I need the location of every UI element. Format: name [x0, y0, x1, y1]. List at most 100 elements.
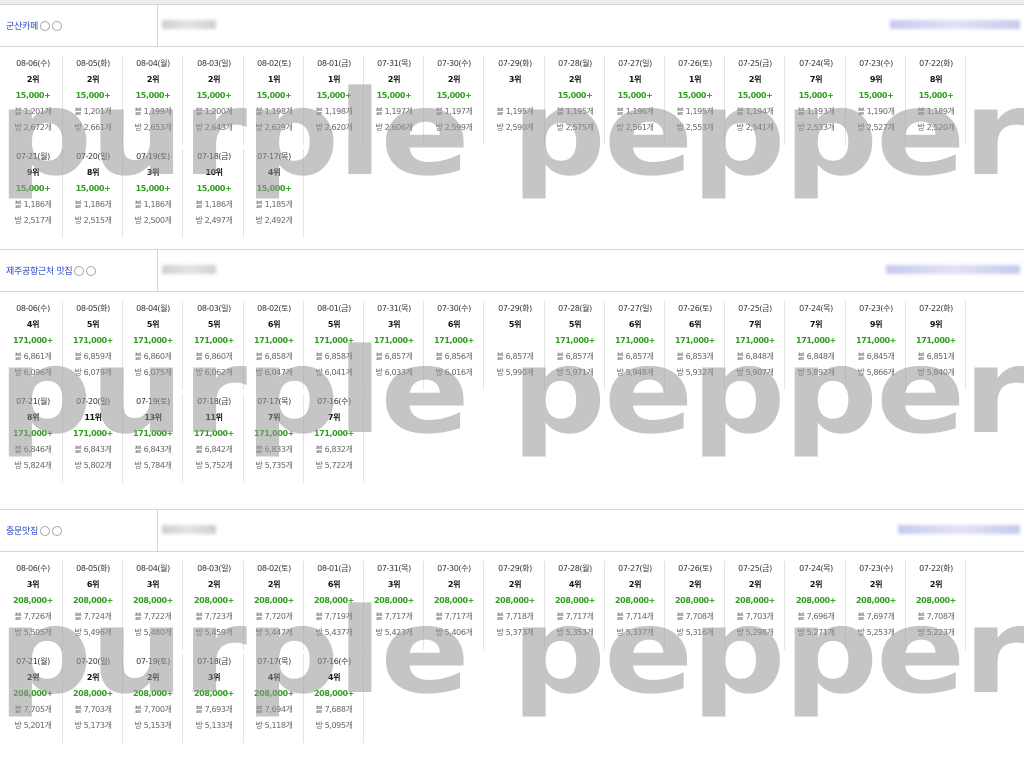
daily-rank-cell: 07-29(화) 5위 블 6,857개 방 5,990개 [486, 301, 545, 390]
daily-rank-cell: 07-31(목) 3위 171,000+ 블 6,857개 방 6,033개 [365, 301, 424, 390]
cell-rank: 7위 [748, 320, 762, 329]
cell-blog-count: 블 7,723개 [195, 612, 233, 621]
cell-search-volume: 208,000+ [194, 689, 234, 698]
cell-search-volume: 15,000+ [436, 91, 472, 100]
cell-rank: 5위 [508, 320, 522, 329]
cell-cafe-count: 방 5,752개 [195, 461, 233, 470]
cell-cafe-count: 방 6,041개 [315, 368, 353, 377]
cell-blog-count: 블 1,186개 [195, 200, 233, 209]
daily-rank-cell: 08-05(화) 6위 208,000+ 블 7,724개 방 5,496개 [64, 561, 123, 650]
keyword-link[interactable]: 제주공항근처 맛집 [6, 264, 73, 277]
cell-cafe-count: 방 5,223개 [917, 628, 955, 637]
cell-blog-count: 블 6,851개 [917, 352, 955, 361]
cell-cafe-count: 방 5,866개 [857, 368, 895, 377]
cell-blog-count: 블 6,860개 [134, 352, 172, 361]
cell-date: 08-02(토) [257, 304, 291, 313]
cell-rank: 2위 [809, 580, 823, 589]
cell-cafe-count: 방 6,079개 [74, 368, 112, 377]
daily-rank-cell: 07-28(월) 5위 171,000+ 블 6,857개 방 5,971개 [546, 301, 605, 390]
cell-rank: 2위 [387, 75, 401, 84]
cell-search-volume: 15,000+ [135, 184, 171, 193]
cell-search-volume: 208,000+ [254, 689, 294, 698]
cell-rank: 9위 [869, 75, 883, 84]
cell-blog-count: 블 1,190개 [857, 107, 895, 116]
cell-date: 07-25(금) [738, 564, 772, 573]
cell-date: 07-21(월) [16, 397, 50, 406]
cell-rank: 6위 [86, 580, 100, 589]
help-circle-icon[interactable] [86, 265, 97, 276]
cell-search-volume: 15,000+ [557, 91, 593, 100]
cell-rank: 4위 [267, 168, 281, 177]
info-circle-icon[interactable] [39, 20, 50, 31]
cell-rank: 3위 [207, 673, 221, 682]
cell-cafe-count: 방 6,096개 [14, 368, 52, 377]
cell-cafe-count: 방 5,423개 [375, 628, 413, 637]
cell-date: 08-01(금) [317, 304, 351, 313]
cell-blog-count: 블 7,696개 [797, 612, 835, 621]
cell-date: 08-04(월) [136, 564, 170, 573]
daily-rank-cell: 08-06(수) 4위 171,000+ 블 6,861개 방 6,096개 [4, 301, 63, 390]
cell-date: 07-18(금) [197, 657, 231, 666]
redacted-text [162, 525, 216, 534]
help-circle-icon[interactable] [51, 20, 62, 31]
cell-search-volume: 171,000+ [555, 336, 595, 345]
cell-date: 07-24(목) [799, 564, 833, 573]
cell-rank: 2위 [628, 580, 642, 589]
cell-blog-count: 블 1,201개 [74, 107, 112, 116]
cell-rank: 2위 [869, 580, 883, 589]
cell-blog-count: 블 7,717개 [556, 612, 594, 621]
cell-search-volume: 171,000+ [856, 336, 896, 345]
cell-blog-count: 블 6,848개 [797, 352, 835, 361]
daily-rank-cell: 07-26(토) 2위 208,000+ 블 7,708개 방 5,316개 [666, 561, 725, 650]
daily-rank-cell: 07-29(화) 3위 블 1,195개 방 2,590개 [486, 56, 545, 145]
cell-rank: 8위 [929, 75, 943, 84]
daily-rank-cell: 07-18(금) 11위 171,000+ 블 6,842개 방 5,752개 [185, 394, 244, 483]
info-circle-icon[interactable] [74, 265, 85, 276]
cell-date: 08-02(토) [257, 59, 291, 68]
cell-date: 07-21(월) [16, 657, 50, 666]
cell-cafe-count: 방 5,990개 [496, 368, 534, 377]
redacted-text [162, 20, 216, 29]
cell-blog-count: 블 7,705개 [14, 705, 52, 714]
cell-blog-count: 블 6,857개 [556, 352, 594, 361]
cell-blog-count: 블 1,195개 [496, 107, 534, 116]
cell-cafe-count: 방 2,561개 [616, 123, 654, 132]
cell-cafe-count: 방 2,661개 [74, 123, 112, 132]
info-circle-icon[interactable] [39, 525, 50, 536]
cell-rank: 11위 [84, 413, 102, 422]
daily-rank-cell: 07-28(월) 4위 208,000+ 블 7,717개 방 5,353개 [546, 561, 605, 650]
cell-cafe-count: 방 2,653개 [134, 123, 172, 132]
cell-blog-count: 블 6,842개 [195, 445, 233, 454]
cell-cafe-count: 방 2,553개 [676, 123, 714, 132]
cell-cafe-count: 방 2,606개 [375, 123, 413, 132]
cell-search-volume: 171,000+ [675, 336, 715, 345]
daily-rank-cell: 08-06(수) 2위 15,000+ 블 1,201개 방 2,672개 [4, 56, 63, 145]
cell-blog-count: 블 6,861개 [14, 352, 52, 361]
cell-blog-count: 블 7,726개 [14, 612, 52, 621]
cell-blog-count: 블 7,720개 [255, 612, 293, 621]
daily-rank-cell: 07-29(화) 2위 208,000+ 블 7,718개 방 5,373개 [486, 561, 545, 650]
keyword-link[interactable]: 중문맛집 [6, 524, 38, 537]
cell-cafe-count: 방 5,253개 [857, 628, 895, 637]
daily-rank-cell: 07-23(수) 9위 171,000+ 블 6,845개 방 5,866개 [847, 301, 906, 390]
cell-blog-count: 블 6,843개 [134, 445, 172, 454]
daily-rank-cell: 07-26(토) 1위 15,000+ 블 1,195개 방 2,553개 [666, 56, 725, 145]
cell-rank: 1위 [628, 75, 642, 84]
cell-cafe-count: 방 2,500개 [134, 216, 172, 225]
help-circle-icon[interactable] [51, 525, 62, 536]
cell-date: 07-20(일) [76, 657, 110, 666]
cell-date: 07-29(화) [498, 59, 532, 68]
cell-cafe-count: 방 5,133개 [195, 721, 233, 730]
cell-search-volume: 15,000+ [798, 91, 834, 100]
cell-blog-count: 블 6,856개 [435, 352, 473, 361]
cell-cafe-count: 방 5,784개 [134, 461, 172, 470]
cell-blog-count: 블 1,195개 [556, 107, 594, 116]
cell-search-volume: 208,000+ [856, 596, 896, 605]
cell-rank: 3위 [26, 580, 40, 589]
daily-rank-cell: 07-30(수) 2위 208,000+ 블 7,717개 방 5,406개 [425, 561, 484, 650]
cell-search-volume: 15,000+ [256, 91, 292, 100]
cell-rank: 4위 [267, 673, 281, 682]
keyword-link[interactable]: 군산카페 [6, 19, 38, 32]
cell-date: 08-05(화) [76, 564, 110, 573]
cell-search-volume: 171,000+ [735, 336, 775, 345]
